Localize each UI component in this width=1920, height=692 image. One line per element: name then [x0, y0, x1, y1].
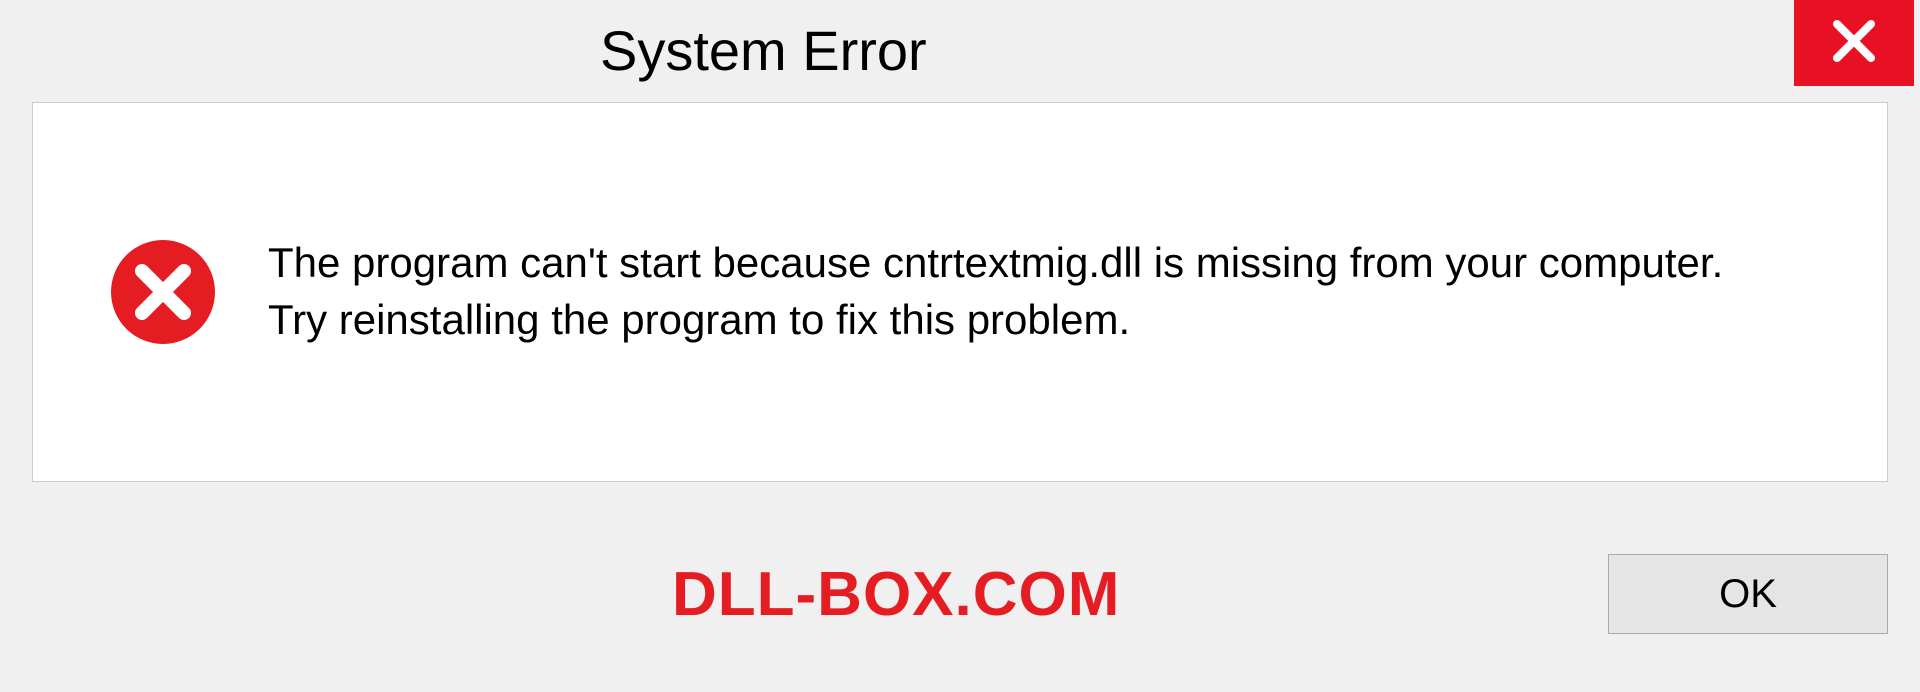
error-dialog: System Error The program can't start bec… [0, 0, 1920, 692]
dialog-title: System Error [600, 18, 927, 83]
footer: DLL-BOX.COM OK [0, 554, 1920, 634]
titlebar: System Error [0, 0, 1920, 96]
ok-button-label: OK [1719, 572, 1777, 617]
close-button[interactable] [1794, 0, 1914, 86]
ok-button[interactable]: OK [1608, 554, 1888, 634]
error-message: The program can't start because cntrtext… [268, 235, 1748, 348]
watermark-text: DLL-BOX.COM [672, 559, 1120, 630]
error-icon [108, 237, 218, 347]
close-icon [1831, 18, 1877, 69]
content-panel: The program can't start because cntrtext… [32, 102, 1888, 482]
